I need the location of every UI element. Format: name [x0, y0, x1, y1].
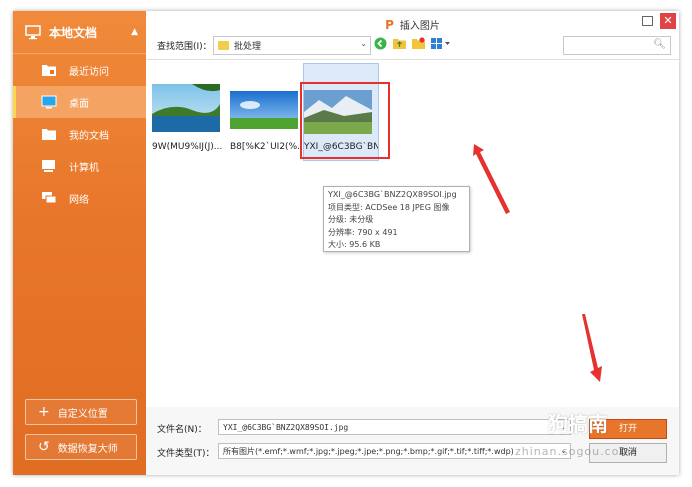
chevron-down-icon: ⌄ [360, 39, 367, 48]
filename-value: YXI_@6C3BG`BNZ2QX89SOI.jpg [223, 422, 349, 432]
file-name: B8[%K2`UI2(%... [230, 142, 306, 152]
view-menu-icon[interactable] [431, 37, 451, 50]
sidebar-item-my-documents[interactable]: 我的文档 [13, 118, 146, 150]
sidebar-item-recent[interactable]: 最近访问 [13, 54, 146, 86]
monitor-icon [25, 25, 41, 40]
sidebar-item-desktop[interactable]: 桌面 [13, 86, 146, 118]
sidebar: 本地文档 ▲ 最近访问 桌面 我的文档 计算机 网络 + 自定义位置 ↺ 数据恢… [13, 11, 146, 475]
tooltip-type: 项目类型: ACDSee 18 JPEG 图像 [328, 202, 450, 212]
highlight-box [300, 82, 390, 159]
annotation-arrow-icon [582, 314, 602, 382]
network-icon [42, 192, 57, 204]
tooltip-resolution: 分辨率: 790 x 491 [328, 227, 398, 237]
computer-icon [42, 160, 55, 172]
tooltip-size: 大小: 95.6 KB [328, 240, 381, 249]
file-item[interactable]: B8[%K2`UI2(%... [230, 91, 306, 152]
up-folder-icon[interactable] [393, 37, 406, 50]
file-item[interactable]: 9W(MU9%IJ(J)... [152, 84, 226, 152]
new-folder-icon[interactable] [412, 37, 425, 50]
tooltip-rating: 分级: 未分级 [328, 215, 374, 224]
title-bar: P 插入图片 ✕ [146, 11, 679, 37]
filetype-value: 所有图片(*.emf;*.wmf;*.jpg;*.jpeg;*.jpe;*.pn… [223, 446, 514, 456]
folder-icon [42, 129, 56, 140]
lookin-value: 批处理 [234, 42, 262, 52]
folder-icon [218, 41, 229, 50]
collapse-caret-icon[interactable]: ▲ [131, 27, 138, 37]
image-thumbnail [230, 91, 298, 129]
lookin-dropdown[interactable]: 批处理 ⌄ [213, 36, 371, 55]
tooltip-filename: YXI_@6C3BG`BNZ2QX89SOI.jpg [328, 190, 457, 199]
data-recovery-button[interactable]: ↺ 数据恢复大师 [25, 434, 137, 460]
lookin-label: 查找范围(I)： [157, 42, 212, 52]
sidebar-title: 本地文档 [49, 25, 98, 40]
watermark-url: zhinan.sogou.com [515, 445, 632, 458]
sidebar-header[interactable]: 本地文档 ▲ [13, 11, 146, 53]
data-recovery-label: 数据恢复大师 [57, 443, 118, 455]
annotation-arrow-icon [473, 144, 510, 214]
wps-logo-icon: P [385, 17, 394, 32]
image-thumbnail [152, 84, 220, 132]
filename-label: 文件名(N)： [157, 425, 207, 435]
toolbar: 查找范围(I)： 批处理 ⌄ 🔍︎ [146, 35, 679, 59]
file-browser: P 插入图片 ✕ 查找范围(I)： 批处理 ⌄ 🔍︎ 9W(MU9%IJ(J).… [146, 11, 679, 475]
filename-input[interactable]: YXI_@6C3BG`BNZ2QX89SOI.jpg ⌄ [218, 419, 571, 435]
desktop-icon [41, 95, 57, 109]
sidebar-item-label: 网络 [69, 194, 89, 206]
file-info-tooltip: YXI_@6C3BG`BNZ2QX89SOI.jpg 项目类型: ACDSee … [323, 186, 470, 252]
sidebar-item-computer[interactable]: 计算机 [13, 150, 146, 182]
file-name: 9W(MU9%IJ(J)... [152, 142, 223, 152]
search-input[interactable]: 🔍︎ [563, 36, 671, 55]
recent-folder-icon [42, 65, 56, 76]
insert-image-dialog: 本地文档 ▲ 最近访问 桌面 我的文档 计算机 网络 + 自定义位置 ↺ 数据恢… [13, 11, 679, 475]
add-custom-location-label: 自定义位置 [57, 408, 108, 420]
dialog-title: 插入图片 [399, 21, 440, 32]
recovery-icon: ↺ [38, 439, 50, 455]
add-custom-location-button[interactable]: + 自定义位置 [25, 399, 137, 425]
back-icon[interactable] [374, 37, 387, 50]
plus-icon: + [38, 404, 50, 420]
search-icon: 🔍︎ [653, 39, 666, 50]
sidebar-item-network[interactable]: 网络 [13, 182, 146, 214]
sidebar-item-label: 最近访问 [69, 66, 109, 78]
close-button[interactable]: ✕ [660, 13, 676, 29]
sidebar-item-label: 我的文档 [69, 130, 109, 142]
watermark-logo: 狗搞南 [548, 412, 608, 436]
sidebar-item-label: 计算机 [69, 162, 99, 174]
filetype-label: 文件类型(T)： [157, 449, 215, 459]
sidebar-item-label: 桌面 [69, 98, 89, 110]
maximize-button[interactable] [642, 16, 653, 26]
